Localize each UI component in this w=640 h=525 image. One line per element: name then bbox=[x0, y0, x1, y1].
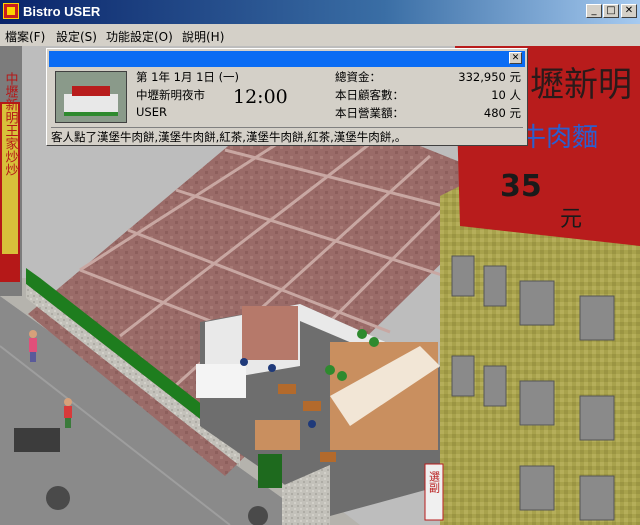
info-panel-titlebar: ✕ bbox=[49, 51, 525, 67]
right-sign-unit: 元 bbox=[560, 207, 582, 232]
order-message: 客人點了漢堡牛肉餅,漢堡牛肉餅,紅茶,漢堡牛肉餅,紅茶,漢堡牛肉餅,。 bbox=[51, 127, 523, 144]
restaurant-thumbnail bbox=[55, 71, 127, 123]
app-icon bbox=[3, 3, 19, 19]
maximize-button[interactable]: □ bbox=[603, 4, 619, 18]
menu-settings[interactable]: 設定(S) bbox=[56, 28, 97, 45]
bottom-sign-text: 選副 bbox=[428, 471, 441, 494]
player-name: USER bbox=[136, 105, 167, 119]
menu-file[interactable]: 檔案(F) bbox=[5, 28, 45, 45]
location-name: 中壢新明夜市 bbox=[136, 88, 205, 102]
close-button[interactable]: ✕ bbox=[621, 4, 637, 18]
right-sign-title: 壢新明 bbox=[530, 65, 632, 105]
manhole bbox=[46, 486, 70, 510]
kitchen-door bbox=[242, 306, 298, 360]
game-clock: 12:00 bbox=[233, 86, 288, 108]
window-title: Bistro USER bbox=[23, 4, 101, 19]
game-date: 第 1年 1月 1日 (一) bbox=[136, 70, 240, 84]
table bbox=[196, 364, 246, 398]
customers-label: 本日顧客數： bbox=[335, 88, 404, 102]
right-sign-price: 35 bbox=[500, 169, 542, 204]
street-grate bbox=[14, 428, 60, 452]
menu-bar: 檔案(F) 設定(S) 功能設定(O) 說明(H) bbox=[0, 24, 640, 46]
sales-label: 本日營業額： bbox=[335, 106, 404, 120]
customers-value: 10 人 bbox=[491, 88, 521, 102]
title-bar: Bistro USER _ □ ✕ bbox=[0, 0, 640, 24]
pedestrian[interactable] bbox=[64, 398, 72, 428]
minimize-button[interactable]: _ bbox=[586, 4, 602, 18]
menu-options[interactable]: 功能設定(O) bbox=[106, 28, 173, 45]
menu-help[interactable]: 說明(H) bbox=[182, 28, 224, 45]
info-panel: ✕ 第 1年 1月 1日 (一) 中壢新明夜市 USER 12:00 總資金： … bbox=[46, 48, 528, 146]
pedestrian[interactable] bbox=[29, 330, 37, 362]
right-sign-sub: 牛肉麵 bbox=[520, 123, 598, 153]
game-viewport[interactable]: 中壢新明王家炒炒 壢新明 牛肉麵 35 元 選副 ✕ 第 1年 1月 1日 (一… bbox=[0, 46, 640, 525]
funds-value: 332,950 元 bbox=[458, 70, 521, 84]
left-sign-text: 中壢新明王家炒炒 bbox=[3, 72, 19, 176]
info-close-button[interactable]: ✕ bbox=[509, 52, 522, 64]
sales-value: 480 元 bbox=[483, 106, 521, 120]
funds-label: 總資金： bbox=[335, 70, 381, 84]
